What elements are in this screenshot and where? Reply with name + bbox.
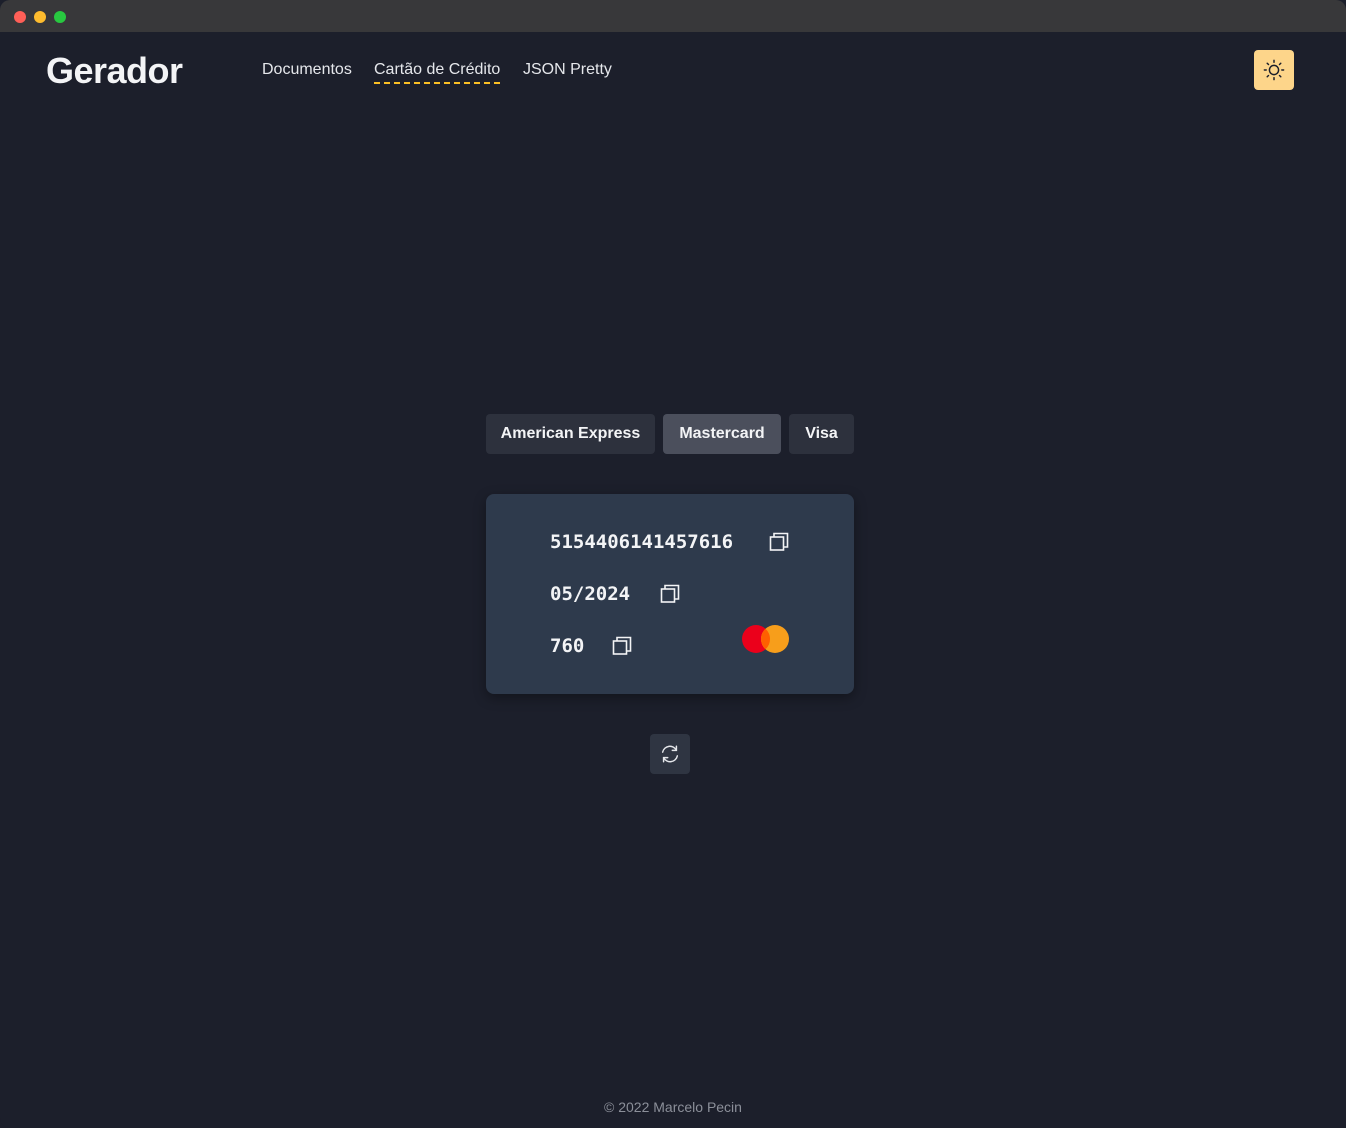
minimize-window-button[interactable] (34, 11, 46, 23)
copy-card-number-icon[interactable] (768, 531, 790, 553)
footer-copyright: © 2022 Marcelo Pecin (604, 1099, 742, 1115)
refresh-icon (661, 745, 679, 763)
brand-american-express-button[interactable]: American Express (486, 414, 655, 454)
card-cvv: 760 (550, 635, 585, 657)
sun-icon (1263, 59, 1285, 81)
refresh-button[interactable] (650, 734, 690, 774)
copy-expiry-icon[interactable] (659, 583, 681, 605)
close-window-button[interactable] (14, 11, 26, 23)
card-expiry: 05/2024 (550, 583, 631, 605)
card-number: 5154406141457616 (550, 531, 734, 553)
nav-documentos[interactable]: Documentos (262, 61, 352, 82)
nav-cartao-de-credito[interactable]: Cartão de Crédito (374, 61, 501, 84)
maximize-window-button[interactable] (54, 11, 66, 23)
title-bar (0, 0, 1346, 32)
credit-card-panel: 5154406141457616 05/2024 760 (486, 494, 854, 694)
brand-mastercard-button[interactable]: Mastercard (663, 414, 781, 454)
brand-visa-button[interactable]: Visa (789, 414, 854, 454)
app-window: Gerador Documentos Cartão de Crédito JSO… (0, 0, 1346, 1128)
copy-cvv-icon[interactable] (611, 635, 633, 657)
nav-json-pretty[interactable]: JSON Pretty (523, 61, 612, 82)
mastercard-logo-icon (742, 625, 789, 653)
theme-toggle-button[interactable] (1254, 50, 1294, 90)
app-logo[interactable]: Gerador (46, 50, 183, 92)
